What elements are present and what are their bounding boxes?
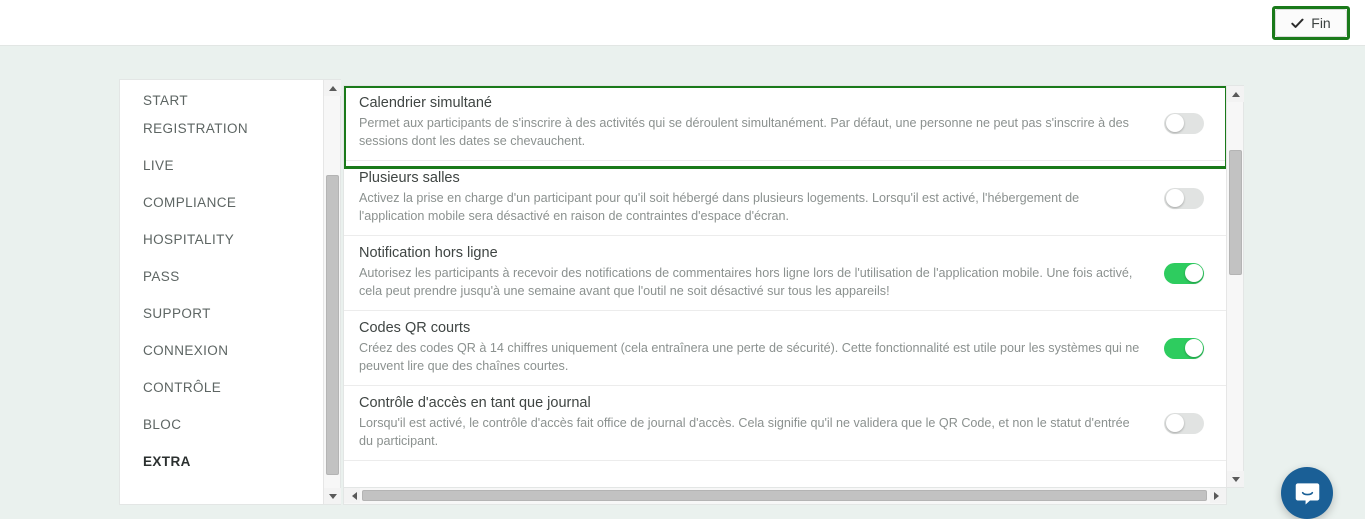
settings-row-toggle[interactable] — [1164, 337, 1204, 359]
scroll-left-button[interactable] — [344, 488, 360, 503]
sidebar-item-extra[interactable]: EXTRA — [120, 443, 323, 480]
settings-row: Notification hors ligne Autorisez les par… — [344, 236, 1226, 311]
sidebar: START REGISTRATION LIVE COMPLIANCE HOSPITALI… — [119, 79, 341, 505]
sidebar-item-label: REGISTRATION — [143, 121, 249, 136]
sidebar-item-bloc[interactable]: BLOC — [120, 406, 323, 443]
settings-row-title: Codes QR courts — [359, 320, 471, 337]
settings-row-text: Calendrier simultané Permet aux participa… — [359, 95, 1164, 151]
finish-button-label: Fin — [1311, 15, 1331, 31]
sidebar-item-label: START — [143, 93, 189, 108]
settings-horizontal-scrollbar[interactable] — [343, 488, 1227, 505]
sidebar-item-contr-le[interactable]: CONTRÔLE — [120, 369, 323, 406]
settings-row-title: Notification hors ligne — [359, 245, 498, 262]
settings-row-toggle[interactable] — [1164, 262, 1204, 284]
sidebar-scroll-up-button[interactable] — [324, 80, 341, 96]
settings-panel: Calendrier simultané Permet aux participa… — [343, 85, 1244, 488]
sidebar-item-label: CONNEXION — [143, 343, 229, 358]
support-chat-launcher[interactable] — [1281, 467, 1333, 519]
sidebar-item-support[interactable]: SUPPORT — [120, 295, 323, 332]
settings-row-text: Contrôle d'accès en tant que journal Lors… — [359, 395, 1164, 451]
settings-row-description: Activez la prise en charge d'un particip… — [359, 191, 1080, 223]
sidebar-item-label: COMPLIANCE — [143, 195, 237, 210]
settings-scroll-up-button[interactable] — [1227, 86, 1244, 102]
sidebar-item-label: BLOC — [143, 417, 182, 432]
horizontal-scroll-thumb[interactable] — [362, 490, 1207, 501]
sidebar-item-start[interactable]: START — [120, 82, 323, 110]
settings-row: Codes QR courts Créez des codes QR à 14 c… — [344, 311, 1226, 386]
chat-bubble-icon — [1295, 482, 1319, 504]
triangle-up-icon — [1231, 91, 1240, 97]
triangle-right-icon — [1213, 491, 1223, 500]
sidebar-scroll-thumb[interactable] — [326, 175, 339, 475]
settings-row-description: Créez des codes QR à 14 chiffres uniquem… — [359, 341, 1140, 373]
scroll-right-button[interactable] — [1210, 488, 1226, 503]
sidebar-item-registration[interactable]: REGISTRATION — [120, 110, 323, 147]
settings-row: Plusieurs salles Activez la prise en char… — [344, 161, 1226, 236]
settings-row: Calendrier simultané Permet aux participa… — [344, 86, 1226, 161]
check-icon — [1291, 18, 1304, 28]
toggle-knob — [1184, 264, 1203, 282]
sidebar-item-label: SUPPORT — [143, 306, 211, 321]
sidebar-item-label: HOSPITALITY — [143, 232, 235, 247]
settings-vertical-scrollbar[interactable] — [1226, 86, 1244, 487]
settings-row: Contrôle d'accès en tant que journal Lors… — [344, 386, 1226, 461]
toggle-knob — [1184, 339, 1203, 357]
toggle-knob — [1165, 414, 1184, 432]
triangle-down-icon — [1231, 476, 1240, 482]
toggle-knob — [1165, 114, 1184, 132]
sidebar-item-pass[interactable]: PASS — [120, 258, 323, 295]
settings-scroll-down-button[interactable] — [1227, 471, 1244, 487]
triangle-down-icon — [328, 493, 337, 499]
settings-row-list: Calendrier simultané Permet aux participa… — [344, 86, 1226, 487]
settings-row-toggle[interactable] — [1164, 412, 1204, 434]
sidebar-item-label: LIVE — [143, 158, 174, 173]
settings-row-text: Codes QR courts Créez des codes QR à 14 c… — [359, 320, 1164, 376]
settings-row-description: Permet aux participants de s'inscrire à … — [359, 116, 1129, 148]
settings-row-description: Lorsqu'il est activé, le contrôle d'accè… — [359, 416, 1130, 448]
settings-row-title: Plusieurs salles — [359, 170, 460, 187]
triangle-up-icon — [328, 85, 337, 91]
settings-row-description: Autorisez les participants à recevoir de… — [359, 266, 1133, 298]
sidebar-item-label: PASS — [143, 269, 180, 284]
settings-row-title: Contrôle d'accès en tant que journal — [359, 395, 591, 412]
sidebar-item-compliance[interactable]: COMPLIANCE — [120, 184, 323, 221]
sidebar-item-label: EXTRA — [143, 454, 191, 469]
sidebar-item-hospitality[interactable]: HOSPITALITY — [120, 221, 323, 258]
sidebar-item-list: START REGISTRATION LIVE COMPLIANCE HOSPITALI… — [120, 80, 323, 504]
settings-row-text: Notification hors ligne Autorisez les par… — [359, 245, 1164, 301]
sidebar-scrollbar[interactable] — [323, 80, 341, 504]
sidebar-scroll-down-button[interactable] — [324, 488, 341, 504]
sidebar-item-label: CONTRÔLE — [143, 380, 222, 395]
settings-scroll-thumb[interactable] — [1229, 150, 1242, 275]
finish-button[interactable]: Fin — [1275, 9, 1347, 37]
toggle-knob — [1165, 189, 1184, 207]
triangle-left-icon — [348, 491, 357, 500]
finish-button-highlight: Fin — [1272, 6, 1350, 40]
settings-row-toggle[interactable] — [1164, 187, 1204, 209]
sidebar-item-live[interactable]: LIVE — [120, 147, 323, 184]
top-bar: Fin — [0, 0, 1365, 46]
settings-row-toggle[interactable] — [1164, 112, 1204, 134]
settings-row-title: Calendrier simultané — [359, 95, 492, 112]
sidebar-item-connexion[interactable]: CONNEXION — [120, 332, 323, 369]
settings-row-text: Plusieurs salles Activez la prise en char… — [359, 170, 1164, 226]
